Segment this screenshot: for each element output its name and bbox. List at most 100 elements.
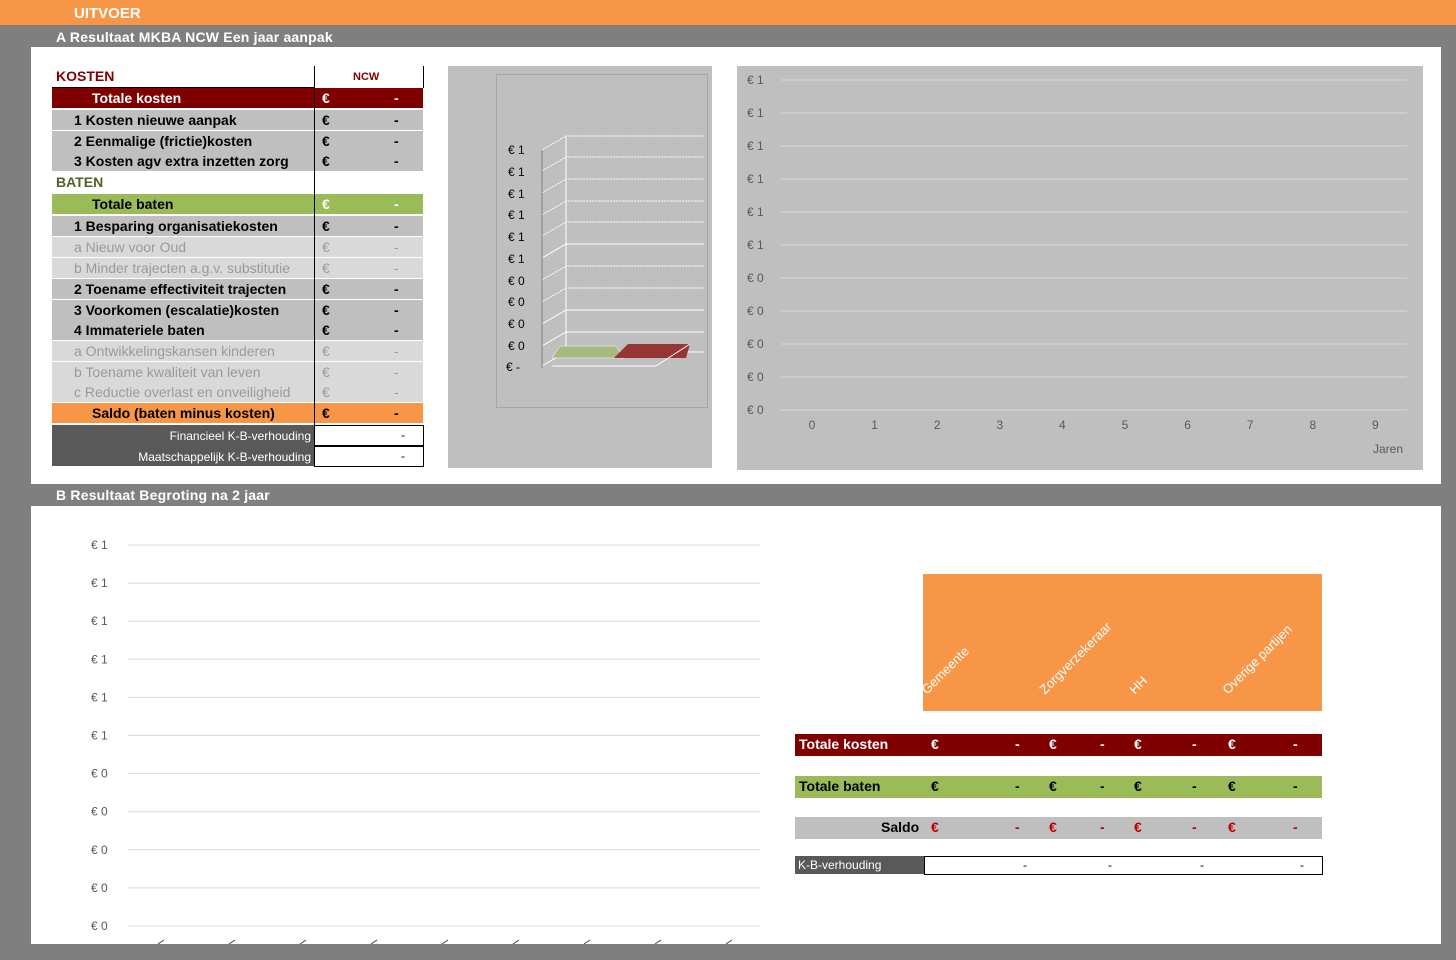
row-totale-kosten: Totale kosten € - — [52, 88, 423, 108]
x-tick-mark — [441, 939, 449, 945]
row-currency: € — [322, 112, 330, 128]
row-ontwikkelingskansen: a Ontwikkelingskansen kinderen € - — [52, 341, 423, 361]
party-cell: - — [1192, 778, 1197, 794]
row-currency: € — [322, 260, 330, 276]
y-tick-label: € 1 — [91, 538, 108, 552]
row-toename-effectiviteit: 2 Toename effectiviteit trajecten € - — [52, 279, 423, 299]
y-tick-label: € 1 — [747, 172, 764, 186]
row-value: - — [394, 302, 399, 318]
row-value: - — [394, 239, 399, 255]
section-b-title: B Resultaat Begroting na 2 jaar — [56, 487, 270, 503]
x-tick-label: 3 — [996, 418, 1003, 432]
chart-jaren-xlabel: Jaren — [1373, 442, 1404, 456]
chart3d-ytick: € 0 — [508, 295, 525, 309]
row-eenmalige-kosten: 2 Eenmalige (frictie)kosten € - — [52, 131, 423, 151]
column-header-hh: HH — [1126, 673, 1151, 697]
party-cell: € — [1049, 736, 1057, 752]
x-tick-mark — [654, 939, 662, 945]
row-currency: € — [322, 218, 330, 234]
row-currency: € — [322, 196, 330, 212]
row-label: 2 Toename effectiviteit trajecten — [74, 281, 287, 297]
kosten-header: KOSTEN — [56, 68, 115, 84]
row-kosten-extra-zorg: 3 Kosten agv extra inzetten zorg € - — [52, 151, 423, 171]
row-value: - — [394, 133, 399, 149]
row-value: - — [394, 153, 399, 169]
x-tick-label: 4 — [1059, 418, 1066, 432]
row-label: 2 Eenmalige (frictie)kosten — [74, 133, 253, 149]
row-kosten-nieuwe-aanpak: 1 Kosten nieuwe aanpak € - — [52, 110, 423, 130]
party-header-block: Gemeente Zorgverzekeraar HH Overige part… — [918, 574, 1322, 711]
chart3d-ytick: € 0 — [508, 339, 525, 353]
chart3d-ytick: € 1 — [508, 187, 525, 201]
party-cell: € — [931, 736, 939, 752]
ncw-header: NCW — [353, 71, 380, 83]
party-cell: - — [1293, 736, 1298, 752]
row-saldo: Saldo (baten minus kosten) € - — [52, 403, 423, 423]
y-tick-label: € 1 — [91, 614, 108, 628]
chart-3d-container: € 1 € 1 € 1 € 1 € 1 € 1 € 0 € 0 € 0 € 0 … — [448, 66, 712, 468]
party-row-label: Saldo — [881, 819, 920, 835]
ratio-maatschappelijk-cell: - — [314, 446, 424, 467]
row-currency: € — [322, 239, 330, 255]
y-tick-label: € 0 — [91, 919, 108, 933]
column-header-overige-partijen: Overige partijen — [1219, 621, 1295, 697]
row-label: b Toename kwaliteit van leven — [74, 364, 261, 380]
party-row-label: Totale baten — [799, 778, 881, 794]
y-tick-label: € 1 — [747, 238, 764, 252]
y-tick-label: € 1 — [747, 205, 764, 219]
x-tick-mark — [228, 939, 236, 945]
row-besparing-organisatiekosten: 1 Besparing organisatiekosten € - — [52, 216, 423, 236]
party-row-saldo: Saldo € - € - € - € - — [795, 817, 1322, 839]
chart3d-ytick: € 0 — [508, 317, 525, 331]
y-tick-label: € 0 — [91, 843, 108, 857]
table-right-edge — [423, 66, 424, 88]
x-tick-label: 0 — [809, 418, 816, 432]
chart-begroting-svg: € 1 € 1 € 1 € 1 € 1 € 1 € 0 € 0 € 0 € 0 € 0 — [91, 538, 760, 945]
chart3d-ytick: € - — [506, 360, 521, 374]
row-currency: € — [322, 153, 330, 169]
row-label: Totale kosten — [92, 90, 182, 106]
kb-verhouding-label-cell: K-B-verhouding — [795, 856, 924, 874]
party-cell: - — [1293, 819, 1298, 835]
chart3d-ytick: € 1 — [508, 208, 525, 222]
row-value: - — [394, 364, 399, 380]
chart3d-ytick: € 1 — [508, 143, 525, 157]
party-cell: - — [1100, 736, 1105, 752]
row-currency: € — [322, 384, 330, 400]
row-value: - — [394, 322, 399, 338]
kb-value: - — [1023, 858, 1027, 872]
output-title: UITVOER — [74, 5, 141, 22]
kb-value: - — [1200, 858, 1204, 872]
kb-cell-hh: - — [1129, 856, 1222, 875]
party-cell: - — [1100, 778, 1105, 794]
row-label: 1 Kosten nieuwe aanpak — [74, 112, 237, 128]
x-tick-label: 8 — [1309, 418, 1316, 432]
party-cell: € — [931, 819, 939, 835]
row-immateriele-baten: 4 Immateriele baten € - — [52, 320, 423, 340]
kb-value: - — [1300, 858, 1304, 872]
row-label: Saldo (baten minus kosten) — [92, 405, 275, 421]
party-cell: - — [1015, 778, 1020, 794]
bar-baten-base — [551, 345, 625, 359]
x-tick-mark — [370, 939, 378, 945]
row-currency: € — [322, 322, 330, 338]
party-cell: € — [1228, 819, 1236, 835]
chart3d-ytick: € 1 — [508, 230, 525, 244]
chart-3d-gridlines — [541, 135, 704, 367]
x-tick-label: 9 — [1372, 418, 1379, 432]
party-cell: € — [1134, 736, 1142, 752]
row-minder-trajecten: b Minder trajecten a.g.v. substitutie € … — [52, 258, 423, 278]
x-tick-label: 1 — [871, 418, 878, 432]
row-currency: € — [322, 405, 330, 421]
row-currency: € — [322, 90, 330, 106]
column-header-gemeente: Gemeente — [918, 643, 972, 697]
row-voorkomen-kosten: 3 Voorkomen (escalatie)kosten € - — [52, 300, 423, 320]
row-label: 3 Kosten agv extra inzetten zorg — [74, 153, 289, 169]
row-value: - — [394, 112, 399, 128]
row-value: - — [394, 384, 399, 400]
kb-cell-overige-partijen: - — [1221, 856, 1323, 875]
row-label: 3 Voorkomen (escalatie)kosten — [74, 302, 280, 318]
x-tick-label: 7 — [1247, 418, 1254, 432]
y-tick-label: € 0 — [91, 805, 108, 819]
y-tick-label: € 1 — [91, 576, 108, 590]
